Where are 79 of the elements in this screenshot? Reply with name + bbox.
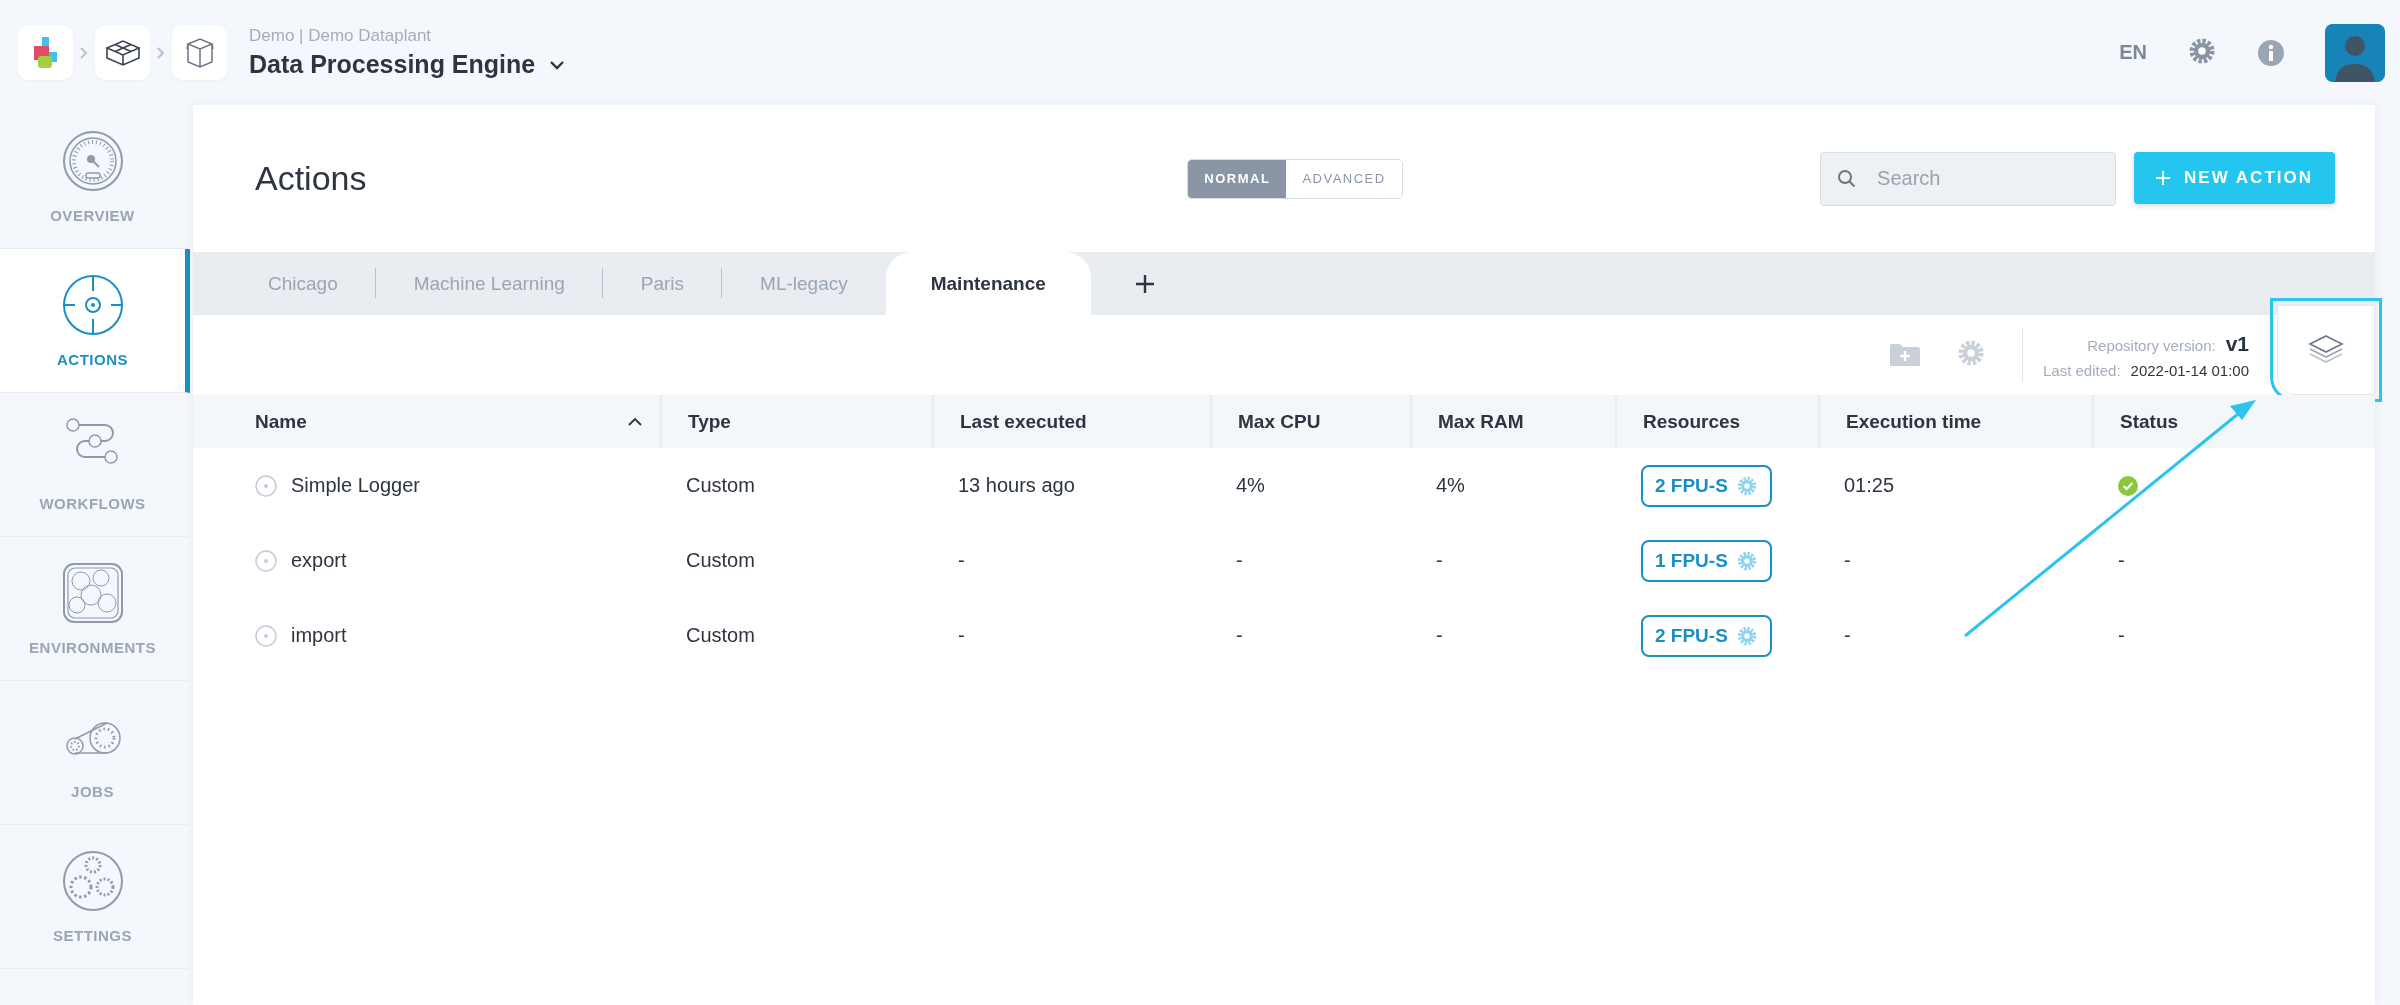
speedometer-icon <box>60 129 125 193</box>
project-crumb[interactable] <box>172 25 227 80</box>
table-cell: Custom <box>686 474 755 497</box>
repository-tab[interactable]: Chicago <box>230 252 376 315</box>
chevron-down-icon[interactable] <box>549 59 566 70</box>
chevron-right-icon <box>156 45 166 60</box>
app-logo[interactable] <box>18 25 73 80</box>
table-cell: 13 hours ago <box>958 474 1075 497</box>
nav-item[interactable]: ENVIRONMENTS <box>0 537 190 681</box>
repository-tab[interactable]: ML-legacy <box>722 252 886 315</box>
resources-badge[interactable]: 2 FPU-S <box>1641 614 1772 657</box>
success-check-icon <box>2118 475 2138 496</box>
last-edited-label: Last edited: <box>2043 361 2121 379</box>
mode-option[interactable]: NORMAL <box>1188 159 1287 198</box>
action-name[interactable]: Simple Logger <box>291 474 420 497</box>
table-cell: - <box>1844 549 1851 572</box>
table-cell: - <box>958 549 965 572</box>
bubbles-box-icon <box>60 561 125 625</box>
action-disc-icon <box>255 474 277 497</box>
cubes-icon <box>103 37 142 68</box>
version-label: Repository version: <box>2087 336 2216 354</box>
column-header[interactable]: Type <box>660 395 932 448</box>
table-cell: 01:25 <box>1844 474 1895 497</box>
column-header[interactable]: Resources <box>1615 395 1818 448</box>
table-cell: Custom <box>686 624 755 647</box>
table-cell: Custom <box>686 549 755 572</box>
action-disc-icon <box>255 549 277 572</box>
action-disc-icon <box>255 624 277 647</box>
sort-ascending-icon <box>628 417 642 426</box>
search-field[interactable]: Search <box>1820 151 2117 206</box>
folder-add-icon[interactable] <box>1890 342 1920 368</box>
action-name[interactable]: import <box>291 624 347 647</box>
table-cell: 4% <box>1436 474 1465 497</box>
page-title: Actions <box>255 159 368 198</box>
column-header[interactable]: Execution time <box>1818 395 2092 448</box>
table-cell: - <box>1236 624 1243 647</box>
column-header[interactable]: Max CPU <box>1210 395 1410 448</box>
table-cell: - <box>2118 549 2125 572</box>
add-tab-icon[interactable] <box>1135 274 1154 293</box>
table-cell: - <box>958 624 965 647</box>
user-avatar[interactable] <box>2325 23 2385 82</box>
gear-icon[interactable] <box>1735 549 1758 572</box>
repository-tab[interactable]: Paris <box>602 252 723 315</box>
box-icon <box>184 35 215 70</box>
table-cell: - <box>1436 549 1443 572</box>
resources-badge[interactable]: 2 FPU-S <box>1641 464 1772 507</box>
table-cell: - <box>1436 624 1443 647</box>
nav-item[interactable]: WORKFLOWS <box>0 393 190 537</box>
gear-icon[interactable] <box>1735 474 1758 497</box>
gear-icon[interactable] <box>1735 624 1758 647</box>
gears-icon <box>60 849 125 913</box>
table-cell: - <box>1844 624 1851 647</box>
settings-icon[interactable] <box>1956 338 1986 368</box>
nav-item[interactable]: JOBS <box>0 681 190 825</box>
plus-icon <box>2156 170 2171 185</box>
table-cell: - <box>1236 549 1243 572</box>
version-value: v1 <box>2225 331 2249 356</box>
chevron-right-icon <box>79 45 89 60</box>
repository-tab[interactable]: Machine Learning <box>375 252 603 315</box>
column-header[interactable]: Last executed <box>932 395 1210 448</box>
new-action-button[interactable]: NEW ACTION <box>2134 151 2335 204</box>
column-header[interactable]: Name <box>193 395 660 448</box>
table-cell: 4% <box>1236 474 1265 497</box>
breadcrumb-subtitle: Demo | Demo Dataplant <box>249 26 433 46</box>
nav-item[interactable]: SETTINGS <box>0 825 190 969</box>
resources-badge[interactable]: 1 FPU-S <box>1641 539 1772 582</box>
engine-title: Data Processing Engine <box>249 50 536 79</box>
repository-tab[interactable]: Maintenance <box>885 252 1091 315</box>
target-icon <box>60 273 125 337</box>
action-name[interactable]: export <box>291 549 347 572</box>
nav-item[interactable]: ACTIONS <box>0 249 190 393</box>
last-edited-value: 2022-01-14 01:00 <box>2130 361 2249 379</box>
info-icon[interactable] <box>2257 38 2285 67</box>
search-icon <box>1837 168 1858 189</box>
column-header[interactable]: Max RAM <box>1410 395 1615 448</box>
table-cell: - <box>2118 624 2125 647</box>
mode-toggle[interactable]: NORMAL ADVANCED <box>1187 158 1403 199</box>
workspace-crumb[interactable] <box>95 25 150 80</box>
language-button[interactable]: EN <box>2119 41 2147 64</box>
